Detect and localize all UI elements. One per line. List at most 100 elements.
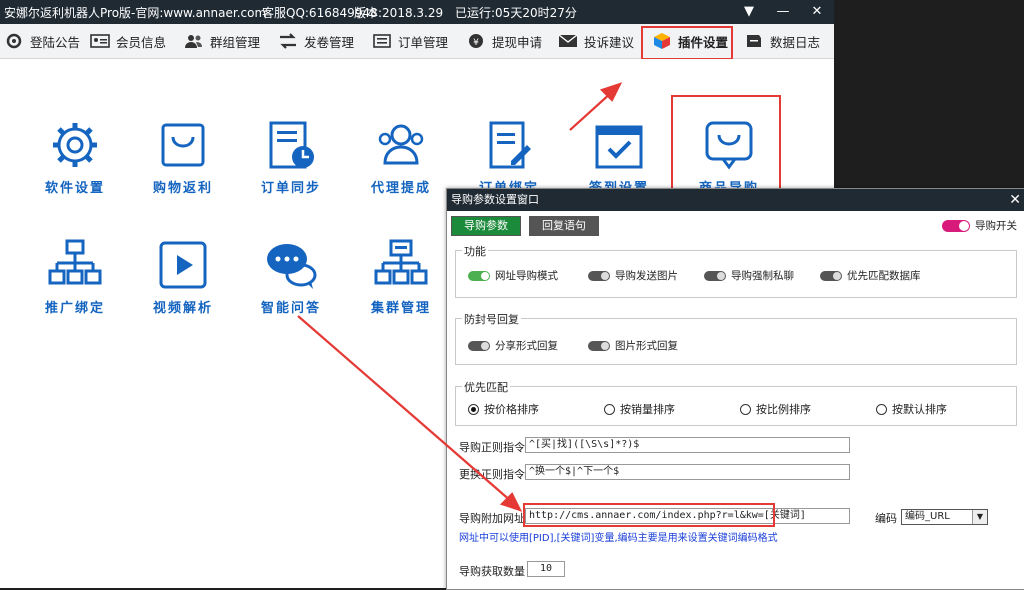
toggle-switch[interactable] — [468, 340, 490, 351]
tab-guide-params[interactable]: 导购参数 — [451, 216, 521, 236]
toolbar-announcement[interactable]: 登陆公告 — [4, 30, 80, 52]
highlight-product-guide — [671, 95, 781, 191]
toggle-switch[interactable] — [588, 270, 610, 281]
toolbar-coupon-manage[interactable]: 发卷管理 — [278, 30, 354, 52]
calendar-check-icon — [595, 125, 643, 169]
tile-label: 推广绑定 — [44, 301, 105, 316]
toolbar-label: 登陆公告 — [30, 34, 81, 50]
toolbar-order-manage[interactable]: 订单管理 — [372, 30, 448, 52]
org-chart-icon — [48, 239, 102, 285]
radio-label: 按价格排序 — [484, 403, 539, 416]
menu-button[interactable]: ▼ — [738, 2, 760, 22]
guide-switch[interactable]: 导购开关 — [942, 218, 1017, 233]
radio-dot[interactable] — [876, 403, 887, 415]
tile-label: 视频解析 — [152, 301, 213, 316]
radio-dot[interactable] — [740, 403, 751, 415]
toggle-force-private[interactable]: 导购强制私聊 — [704, 268, 794, 283]
toggle-label: 导购强制私聊 — [731, 270, 794, 282]
toolbar-withdraw[interactable]: ¥ 提现申请 — [466, 30, 542, 52]
database-icon — [747, 35, 761, 47]
radio-by-default[interactable]: 按默认排序 — [876, 401, 947, 417]
fetch-count-input[interactable]: 10 — [527, 561, 565, 577]
switch-label: 导购开关 — [975, 220, 1017, 232]
coin-icon: ¥ — [469, 34, 483, 48]
toggle-share-reply[interactable]: 分享形式回复 — [468, 338, 558, 353]
extra-url-label: 导购附加网址 — [459, 512, 525, 525]
tile-cluster-manage[interactable]: 集群管理 — [356, 237, 446, 316]
agents-icon — [378, 124, 424, 165]
play-icon — [159, 241, 207, 289]
app-title: 安娜尔返利机器人Pro版-官网:www.annaer.com — [4, 6, 267, 20]
regex-input[interactable]: ^[买|找]([\S\s]*?)$ — [525, 437, 850, 453]
envelope-icon — [558, 34, 578, 47]
toggle-switch[interactable] — [704, 270, 726, 281]
minimize-button[interactable]: — — [772, 2, 794, 22]
main-toolbar: 登陆公告 会员信息 群组管理 发卷管理 订单管理 ¥ 提现申请 投诉建议 插件设… — [0, 24, 834, 60]
guide-settings-dialog: 导购参数设置窗口 ✕ 导购参数 回复语句 导购开关 功能 网址导购模式 导购发送… — [446, 188, 1024, 590]
toggle-send-image[interactable]: 导购发送图片 — [588, 268, 678, 283]
encoding-select[interactable]: 编码_URL ▼ — [901, 509, 988, 525]
toolbar-label: 提现申请 — [492, 34, 543, 50]
toolbar-label: 会员信息 — [116, 34, 167, 50]
group-function: 功能 网址导购模式 导购发送图片 导购强制私聊 优先匹配数据库 — [455, 243, 1017, 298]
radio-by-sales[interactable]: 按销量排序 — [604, 401, 675, 417]
toolbar-label: 数据日志 — [770, 34, 821, 50]
group-anti-ban: 防封号回复 分享形式回复 图片形式回复 — [455, 311, 1017, 365]
toggle-switch[interactable] — [588, 340, 610, 351]
toggle-prefer-database[interactable]: 优先匹配数据库 — [820, 268, 921, 283]
toggle-switch[interactable] — [468, 270, 490, 281]
fetch-count-label: 导购获取数量 — [459, 565, 525, 578]
switch-toggle[interactable] — [942, 219, 970, 232]
tile-checkin-settings[interactable]: 签到设置 — [574, 117, 664, 196]
close-button[interactable]: ✕ — [806, 2, 828, 22]
dialog-close-button[interactable]: ✕ — [1009, 189, 1021, 211]
chevron-down-icon[interactable]: ▼ — [972, 510, 987, 524]
tile-agent-commission[interactable]: 代理提成 — [356, 117, 446, 196]
highlight-plugin-settings — [641, 26, 733, 60]
toggle-switch[interactable] — [820, 270, 842, 281]
group-title: 防封号回复 — [462, 311, 521, 327]
change-regex-input[interactable]: ^换一个$|^下一个$ — [525, 464, 850, 480]
exchange-arrows-icon — [280, 33, 296, 49]
id-card-icon — [90, 34, 110, 48]
tile-order-binding[interactable]: 订单绑定 — [464, 117, 554, 196]
toggle-url-guide-mode[interactable]: 网址导购模式 — [468, 268, 558, 283]
gear-cog-icon — [6, 33, 22, 49]
tile-shopping-rebate[interactable]: 购物返利 — [138, 117, 228, 196]
tile-label: 软件设置 — [44, 181, 105, 196]
radio-dot[interactable] — [604, 403, 615, 415]
dialog-title: 导购参数设置窗口 — [451, 193, 539, 206]
tile-smart-qa[interactable]: 智能问答 — [246, 237, 336, 316]
encoding-value: 编码_URL — [905, 511, 950, 522]
url-hint: 网址中可以使用[PID],[关键词]变量,编码主要是用来设置关键词编码格式 — [459, 533, 778, 544]
toggle-label: 分享形式回复 — [495, 340, 558, 352]
change-regex-label: 更换正则指令 — [459, 468, 525, 481]
tile-label: 购物返利 — [152, 181, 213, 196]
cluster-icon — [374, 239, 428, 285]
radio-dot[interactable] — [468, 403, 479, 415]
radio-by-price[interactable]: 按价格排序 — [468, 401, 539, 417]
group-title: 优先匹配 — [462, 379, 510, 395]
tile-promo-binding[interactable]: 推广绑定 — [30, 237, 120, 316]
tab-reply-phrases[interactable]: 回复语句 — [529, 216, 599, 236]
toolbar-member-info[interactable]: 会员信息 — [90, 30, 166, 52]
tile-order-sync[interactable]: 订单同步 — [246, 117, 336, 196]
tile-video-parse[interactable]: 视频解析 — [138, 237, 228, 316]
order-edit-icon — [489, 121, 531, 169]
radio-label: 按比例排序 — [756, 403, 811, 416]
toggle-image-reply[interactable]: 图片形式回复 — [588, 338, 678, 353]
toolbar-group-manage[interactable]: 群组管理 — [184, 30, 260, 52]
chat-bubbles-icon — [267, 244, 317, 289]
dialog-title-bar: 导购参数设置窗口 ✕ — [447, 189, 1024, 211]
tile-software-settings[interactable]: 软件设置 — [30, 117, 120, 196]
settings-gear-icon — [53, 123, 97, 167]
window-title-bar: 安娜尔返利机器人Pro版-官网:www.annaer.com 客服QQ:6168… — [0, 0, 834, 24]
group-priority: 优先匹配 按价格排序 按销量排序 按比例排序 按默认排序 — [455, 379, 1017, 426]
toolbar-data-log[interactable]: 数据日志 — [744, 30, 820, 52]
toggle-label: 导购发送图片 — [615, 270, 678, 282]
radio-by-ratio[interactable]: 按比例排序 — [740, 401, 811, 417]
shopping-bag-icon — [161, 123, 205, 167]
toolbar-feedback[interactable]: 投诉建议 — [558, 30, 634, 52]
highlight-url-input — [523, 503, 775, 527]
group-title: 功能 — [462, 243, 488, 259]
